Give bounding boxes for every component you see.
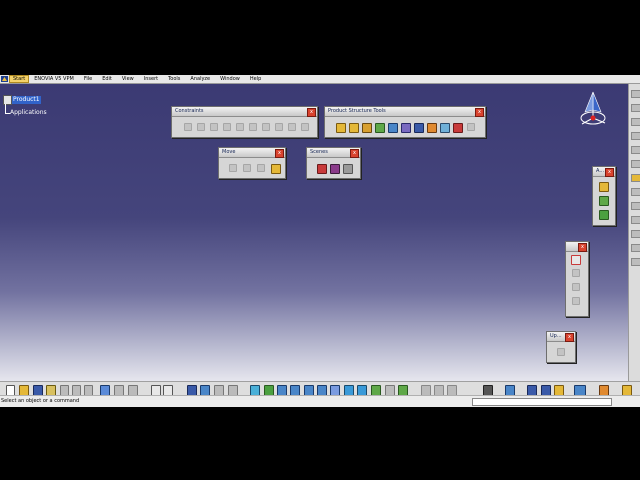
toolbar-vertical[interactable]: x: [565, 241, 589, 317]
menu-edit[interactable]: Edit: [97, 75, 117, 83]
menu-bar: Start ENOVIA V5 VPM File Edit View Inser…: [0, 75, 640, 84]
constraint-icon[interactable]: [197, 123, 205, 131]
graph-tree-reordering-icon[interactable]: [401, 123, 411, 133]
catia-window: Start ENOVIA V5 VPM File Edit View Inser…: [0, 75, 640, 407]
toolbar-title[interactable]: Constraints: [172, 107, 317, 117]
close-button[interactable]: x: [307, 108, 316, 117]
tree-root-node[interactable]: Product1: [12, 96, 41, 104]
assembly-icon[interactable]: [599, 196, 609, 206]
menu-enovia[interactable]: ENOVIA V5 VPM: [29, 75, 79, 83]
replace-component-icon[interactable]: [388, 123, 398, 133]
status-bar: Select an object or a command: [0, 395, 640, 407]
close-button[interactable]: x: [475, 108, 484, 117]
toolbar-icon[interactable]: [631, 244, 640, 252]
constraint-icon[interactable]: [210, 123, 218, 131]
constraint-icon[interactable]: [236, 123, 244, 131]
constraint-icon[interactable]: [262, 123, 270, 131]
update-icon[interactable]: [557, 348, 565, 356]
apply-scene-icon[interactable]: [330, 164, 340, 174]
toolbar-icon[interactable]: [631, 188, 640, 196]
power-input-field[interactable]: [472, 398, 612, 406]
constraint-icon[interactable]: [301, 123, 309, 131]
3d-viewport[interactable]: Product1 Applications Constraints x Prod…: [0, 84, 628, 381]
multi-instantiation-icon[interactable]: [453, 123, 463, 133]
toolbar-icon[interactable]: [631, 216, 640, 224]
status-message: Select an object or a command: [1, 398, 80, 404]
menu-help[interactable]: Help: [245, 75, 266, 83]
constraint-icon[interactable]: [288, 123, 296, 131]
close-button[interactable]: x: [350, 149, 359, 158]
toolbar-icon[interactable]: [631, 146, 640, 154]
stop-manipulate-on-clash-icon[interactable]: [271, 164, 281, 174]
menu-view[interactable]: View: [117, 75, 139, 83]
toolbar-move[interactable]: Move x: [218, 147, 286, 179]
bottom-toolbar: [0, 381, 640, 396]
new-part-icon[interactable]: [362, 123, 372, 133]
catia-logo-icon: [1, 76, 8, 82]
assembly-icon[interactable]: [599, 210, 609, 220]
menu-insert[interactable]: Insert: [139, 75, 163, 83]
tree-node-applications[interactable]: Applications: [10, 109, 47, 117]
manipulation-icon[interactable]: [229, 164, 237, 172]
close-button[interactable]: x: [565, 333, 574, 342]
explode-icon[interactable]: [257, 164, 265, 172]
assembly-icon[interactable]: [599, 182, 609, 192]
menu-tools[interactable]: Tools: [163, 75, 185, 83]
tool-icon[interactable]: [572, 283, 580, 291]
new-product-icon[interactable]: [349, 123, 359, 133]
toolbar-icon[interactable]: [631, 230, 640, 238]
right-toolbar: [628, 84, 640, 381]
selective-load-icon[interactable]: [427, 123, 437, 133]
close-button[interactable]: x: [275, 149, 284, 158]
new-component-icon[interactable]: [336, 123, 346, 133]
toolbar-a[interactable]: A... x: [592, 166, 616, 226]
constraint-icon[interactable]: [249, 123, 257, 131]
toolbar-icon[interactable]: [631, 160, 640, 168]
toolbar-icon[interactable]: [631, 174, 640, 182]
toolbar-icon[interactable]: [631, 90, 640, 98]
menu-file[interactable]: File: [79, 75, 97, 83]
toolbar-icon[interactable]: [631, 104, 640, 112]
fast-multi-instantiation-icon[interactable]: [467, 123, 475, 131]
constraint-icon[interactable]: [223, 123, 231, 131]
manage-representations-icon[interactable]: [440, 123, 450, 133]
constraint-icon[interactable]: [275, 123, 283, 131]
toolbar-icon[interactable]: [631, 258, 640, 266]
snap-icon[interactable]: [243, 164, 251, 172]
generate-numbering-icon[interactable]: [414, 123, 424, 133]
close-button[interactable]: x: [578, 243, 587, 252]
menu-analyze[interactable]: Analyze: [185, 75, 215, 83]
enhanced-scene-icon[interactable]: [343, 164, 353, 174]
constraint-icon[interactable]: [184, 123, 192, 131]
tool-icon[interactable]: [572, 297, 580, 305]
close-button[interactable]: x: [605, 168, 614, 177]
toolbar-scenes[interactable]: Scenes x: [306, 147, 361, 179]
tool-icon[interactable]: [572, 269, 580, 277]
menu-start[interactable]: Start: [9, 75, 30, 83]
existing-component-icon[interactable]: [375, 123, 385, 133]
toolbar-icon[interactable]: [631, 118, 640, 126]
toolbar-constraints[interactable]: Constraints x: [171, 106, 318, 138]
create-scene-icon[interactable]: [317, 164, 327, 174]
toolbar-product-structure-tools[interactable]: Product Structure Tools x: [324, 106, 486, 138]
measure-icon[interactable]: [571, 255, 581, 265]
toolbar-icon[interactable]: [631, 202, 640, 210]
menu-window[interactable]: Window: [215, 75, 245, 83]
toolbar-title[interactable]: Product Structure Tools: [325, 107, 485, 117]
toolbar-icon[interactable]: [631, 132, 640, 140]
compass-icon[interactable]: [576, 88, 610, 132]
toolbar-up[interactable]: Up... x: [546, 331, 576, 363]
